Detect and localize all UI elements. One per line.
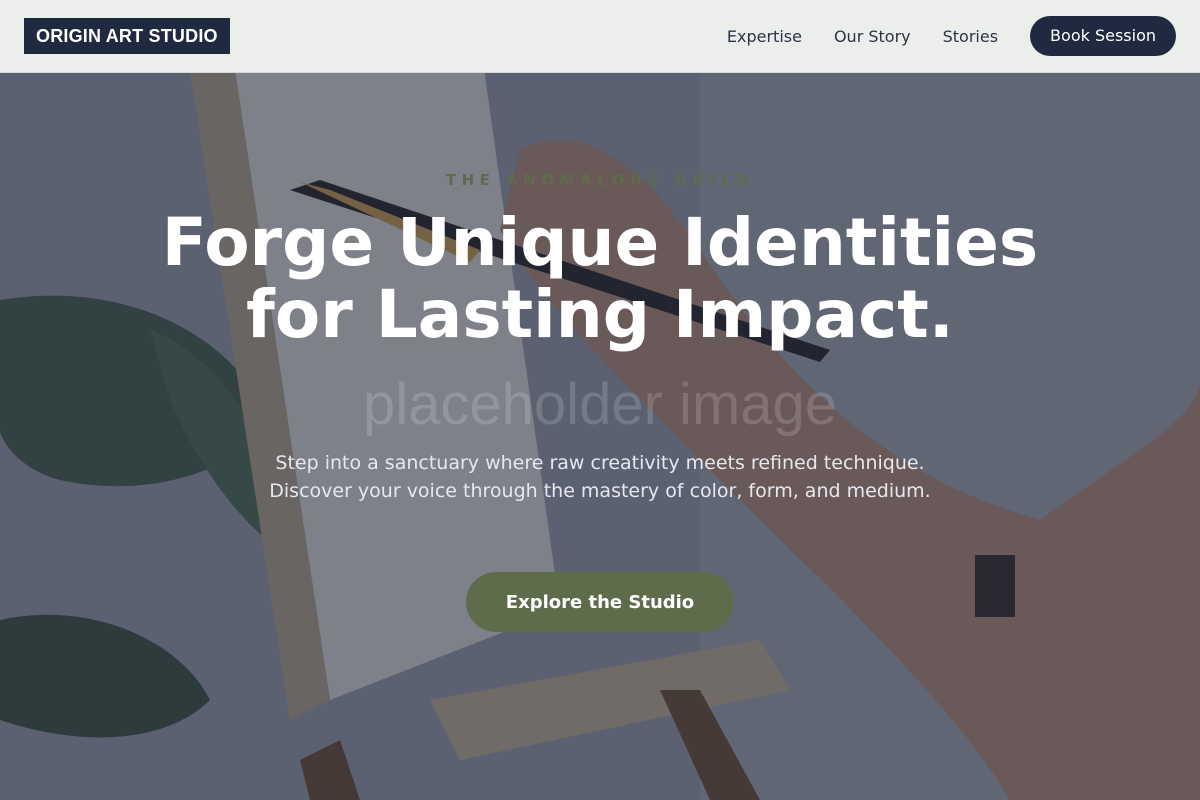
nav-link-our-story[interactable]: Our Story: [834, 27, 911, 46]
main-nav: Expertise Our Story Stories Book Session: [727, 16, 1176, 56]
book-session-button[interactable]: Book Session: [1030, 16, 1176, 56]
brand-logo[interactable]: ORIGIN ART STUDIO: [24, 18, 230, 54]
placeholder-watermark: placeholder image: [363, 372, 837, 437]
hero-subtitle: Step into a sanctuary where raw creativi…: [269, 452, 931, 502]
nav-link-stories[interactable]: Stories: [943, 27, 998, 46]
nav-link-expertise[interactable]: Expertise: [727, 27, 802, 46]
hero-title: Forge Unique Identities for Lasting Impa…: [161, 204, 1039, 353]
site-header: ORIGIN ART STUDIO Expertise Our Story St…: [0, 0, 1200, 73]
explore-studio-button[interactable]: Explore the Studio: [466, 572, 734, 632]
hero-section: THE ANOMALOUS GUILD placeholder image Fo…: [0, 73, 1200, 800]
hero-eyebrow: THE ANOMALOUS GUILD: [445, 171, 755, 189]
